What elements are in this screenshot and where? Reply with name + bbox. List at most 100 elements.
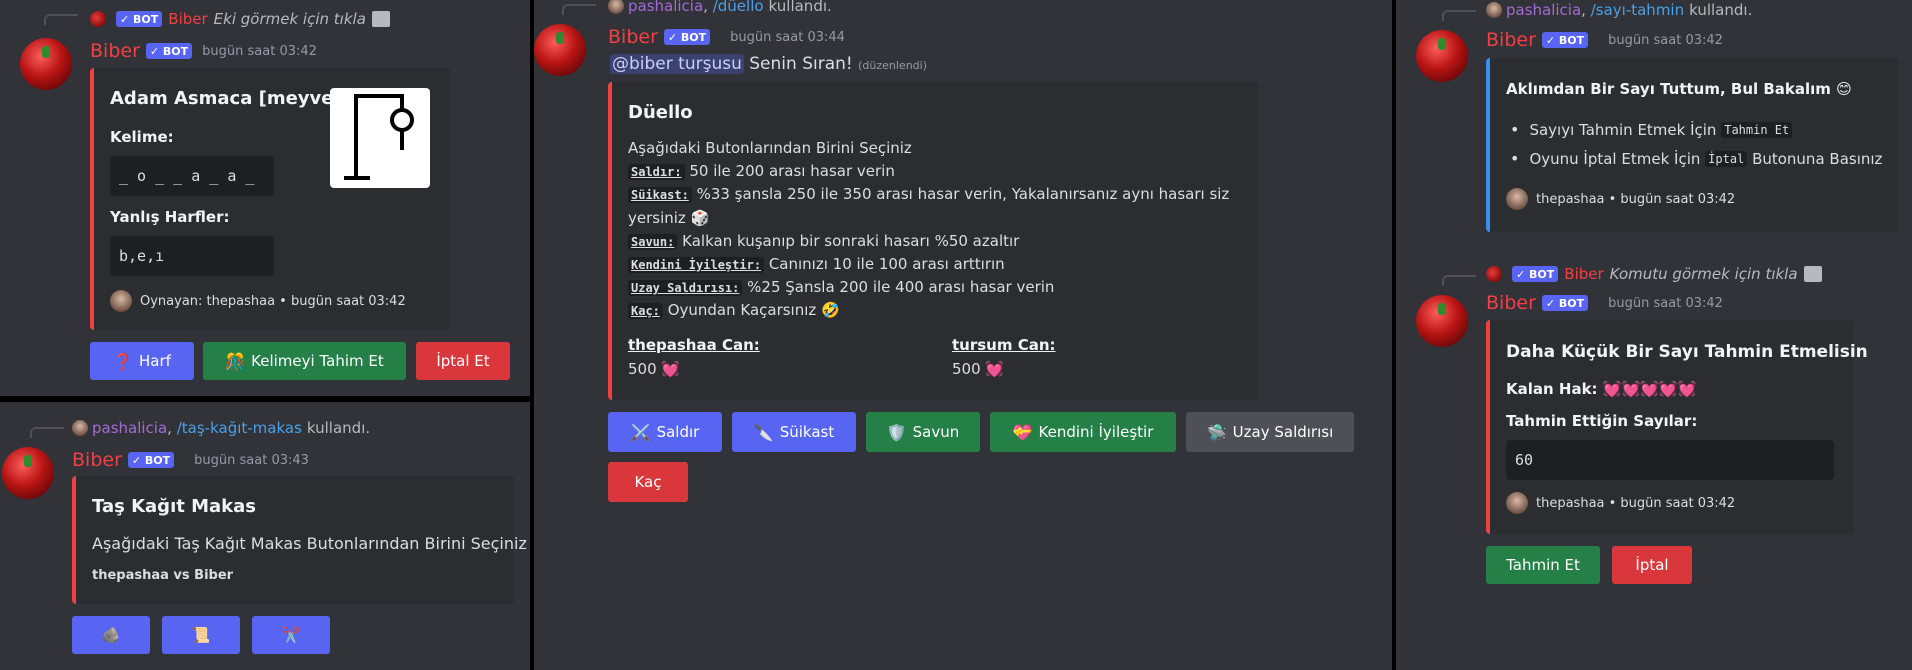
guess-button[interactable]: Tahmin Et (1486, 546, 1600, 584)
reply-text[interactable]: Eki görmek için tıkla (214, 10, 366, 28)
word-value: _ o _ _ a _ a _ (110, 156, 274, 196)
desc-text: Canınızı 10 ile 100 arası arttırın (768, 255, 1005, 273)
embed-title: Daha Küçük Bir Sayı Tahmin Etmelisin (1506, 342, 1868, 362)
avatar[interactable] (20, 38, 72, 90)
author-name[interactable]: Biber (1486, 292, 1536, 314)
defend-button[interactable]: 🛡️ Savun (866, 412, 980, 452)
button-label: Harf (139, 352, 171, 370)
bullet-item: Oyunu İptal Etmek İçin İptal Butonuna Ba… (1510, 149, 1882, 168)
reply-preview[interactable]: pashalicia, /sayı-tahmin kullandı. (1486, 1, 1752, 19)
footer-text: thepashaa • bugün saat 03:42 (1536, 191, 1736, 207)
desc-text: Oyundan Kaçarsınız 🤣 (667, 301, 840, 319)
wrong-letters-label: Yanlış Harfler: (110, 208, 230, 226)
reply-line (562, 4, 596, 15)
mini-avatar (1486, 2, 1502, 18)
button-label: Kendini İyileştir (1038, 423, 1154, 441)
user-mention[interactable]: @biber turşusu (610, 54, 744, 74)
assassinate-button[interactable]: 🔪 Süikast (732, 412, 856, 452)
flee-button[interactable]: Kaç (608, 462, 688, 502)
timestamp: bugün saat 03:42 (1608, 32, 1723, 48)
desc-line: Kaç: Oyundan Kaçarsınız 🤣 (628, 301, 840, 319)
cancel-button[interactable]: İptal Et (416, 342, 510, 380)
reply-line (44, 14, 78, 25)
confetti-icon: 🎊 (225, 351, 246, 371)
attack-button[interactable]: ⚔️ Saldır (608, 412, 722, 452)
hearts-icon: 💓💓💓💓💓 (1602, 380, 1697, 398)
reply-user[interactable]: Biber (1564, 265, 1603, 283)
key: Savun: (628, 234, 678, 250)
scissors-button[interactable]: ✂️ (252, 616, 330, 654)
cancel-button[interactable]: İptal (1612, 546, 1692, 584)
paper-button[interactable]: 📜 (162, 616, 240, 654)
duel-embed: Düello Aşağıdaki Butonlarından Birini Se… (608, 82, 1258, 400)
guess-word-button[interactable]: 🎊 Kelimeyi Tahim Et (203, 342, 406, 380)
bullet-text: Oyunu İptal Etmek İçin (1529, 149, 1701, 168)
bot-badge: ✓ BOT (1541, 295, 1589, 311)
avatar[interactable] (2, 447, 54, 499)
author-name[interactable]: Biber (608, 26, 658, 48)
edited-label: (düzenlendi) (858, 59, 927, 72)
rock-button[interactable]: 🪨 (72, 616, 150, 654)
wrong-letters-value: b,e,ı (110, 236, 274, 276)
reply-command[interactable]: /düello (713, 0, 764, 15)
embed-footer: thepashaa • bugün saat 03:42 (1506, 492, 1735, 514)
inline-code: Tahmin Et (1721, 121, 1793, 138)
author-name[interactable]: Biber (72, 449, 122, 471)
desc-text: Kalkan kuşanıp bir sonraki hasarı %50 az… (682, 232, 1020, 250)
lives-label: Kalan Hak: (1506, 380, 1598, 398)
hangman-panel: ✓ BOT Biber Eki görmek için tıkla Biber … (0, 0, 530, 396)
reply-text[interactable]: Komutu görmek için tıkla (1610, 265, 1798, 283)
letter-button[interactable]: ❓ Harf (90, 342, 194, 380)
footer-avatar (110, 290, 132, 312)
avatar[interactable] (1416, 295, 1468, 347)
player1-hp-value: 500 💓 (628, 360, 681, 378)
button-label: Savun (912, 423, 960, 441)
author-name[interactable]: Biber (1486, 29, 1536, 51)
reply-preview[interactable]: pashalicia, /düello kullandı. (608, 0, 832, 15)
reply-user[interactable]: Biber (168, 10, 207, 28)
embed-description: Aşağıdaki Taş Kağıt Makas Butonlarından … (92, 534, 527, 553)
bot-badge: ✓ BOT (116, 11, 163, 27)
mini-avatar (72, 420, 88, 436)
author-name[interactable]: Biber (90, 40, 140, 62)
mini-avatar (90, 11, 106, 27)
embed-footer: Oynayan: thepashaa • bugün saat 03:42 (110, 290, 406, 312)
avatar[interactable] (1416, 30, 1468, 82)
reply-suffix: kullandı. (1689, 1, 1753, 19)
reply-preview[interactable]: ✓ BOT Biber Eki görmek için tıkla (90, 10, 390, 28)
bot-badge: ✓ BOT (127, 452, 175, 468)
timestamp: bugün saat 03:42 (1608, 295, 1723, 311)
button-label: Kaç (634, 473, 662, 491)
reply-user[interactable]: pashalicia (628, 0, 703, 15)
reply-user[interactable]: pashalicia (92, 419, 167, 437)
hangman-image[interactable] (330, 88, 430, 188)
ufo-icon: 🛸 (1206, 422, 1227, 442)
mini-avatar (608, 0, 624, 14)
timestamp: bugün saat 03:42 (202, 43, 317, 59)
embed-footer: thepashaa • bugün saat 03:42 (1506, 188, 1735, 210)
bot-badge: ✓ BOT (663, 29, 711, 45)
reply-preview[interactable]: ✓ BOT Biber Komutu görmek için tıkla (1486, 265, 1822, 283)
desc-line: Saldır: 50 ile 200 arası hasar verin (628, 162, 895, 180)
bot-badge: ✓ BOT (1541, 32, 1589, 48)
heart-gift-icon: 💝 (1012, 422, 1033, 442)
player2-hp-label: tursum Can: (952, 336, 1056, 354)
button-label: Saldır (656, 423, 700, 441)
button-label: İptal Et (436, 352, 490, 370)
author-line: Biber ✓ BOT bugün saat 03:44 (608, 26, 845, 48)
heal-button[interactable]: 💝 Kendini İyileştir (990, 412, 1176, 452)
author-line: Biber ✓ BOT bugün saat 03:42 (1486, 29, 1723, 51)
reply-line (1442, 10, 1476, 21)
reply-user[interactable]: pashalicia (1506, 1, 1581, 19)
space-attack-button[interactable]: 🛸 Uzay Saldırısı (1186, 412, 1354, 452)
timestamp: bugün saat 03:44 (730, 29, 845, 45)
guesses-label: Tahmin Ettiğin Sayılar: (1506, 412, 1698, 430)
reply-command[interactable]: /sayı-tahmin (1591, 1, 1684, 19)
reply-preview[interactable]: pashalicia, /taş-kağıt-makas kullandı. (72, 419, 370, 437)
avatar[interactable] (534, 24, 586, 76)
reply-command[interactable]: /taş-kağıt-makas (177, 419, 302, 437)
footer-text: thepashaa • bugün saat 03:42 (1536, 495, 1736, 511)
hangman-embed: Adam Asmaca [meyve] Kelime: _ o _ _ a _ … (90, 68, 450, 330)
player1-hp-label: thepashaa Can: (628, 336, 760, 354)
desc-line: Süikast: %33 şansla 250 ile 350 arası ha… (628, 185, 1229, 203)
